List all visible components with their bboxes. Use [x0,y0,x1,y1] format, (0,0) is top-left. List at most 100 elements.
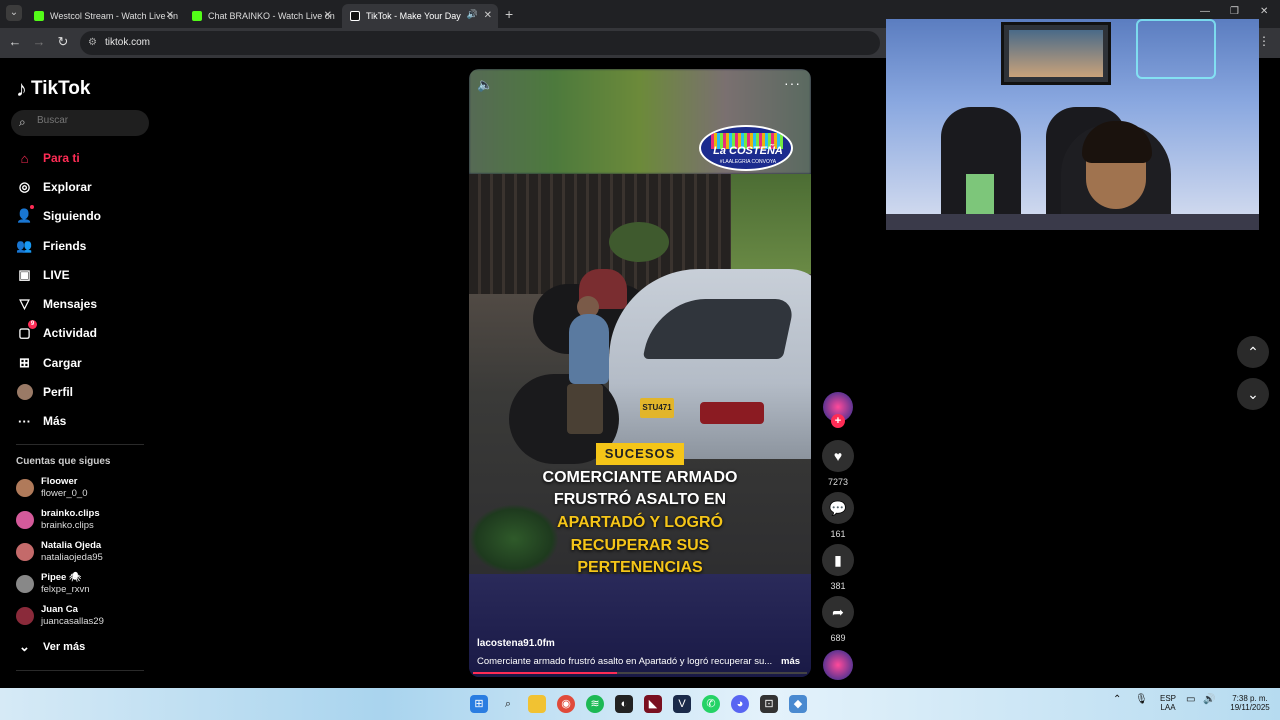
video-author[interactable]: lacostena91.0fm [477,638,555,649]
tab-search-button[interactable]: ⌄ [6,5,22,21]
nav-cargar[interactable]: ⊞ Cargar [16,352,82,374]
see-more-label: Ver más [43,641,86,653]
sound-disc-icon[interactable] [823,650,853,680]
discord-icon[interactable]: ◕ [731,695,749,713]
avatar [16,511,34,529]
following-icon: 👤 [16,208,33,223]
video-progress-bar[interactable] [473,672,807,674]
chevron-down-icon[interactable]: ⌄ [1237,378,1269,410]
tab-tiktok[interactable]: TikTok - Make Your Day 🔊 ✕ [342,4,498,28]
tab-brainko[interactable]: Chat BRAINKO - Watch Live on ✕ [184,4,338,28]
back-icon[interactable]: ← [7,34,23,49]
new-dot [30,205,34,209]
tree [731,174,811,274]
home-icon: ⌂ [20,150,29,166]
follow-plus-icon[interactable]: + [831,414,845,428]
account-name: Pipee 🕷 [41,572,82,583]
bookmark-icon[interactable]: ▮ [822,544,854,576]
tab-title: Chat BRAINKO - Watch Live on [208,11,335,21]
whatsapp-icon[interactable]: ✆ [702,695,720,713]
video-description: Comerciante armado frustró asalto en Apa… [477,656,773,667]
app-icon[interactable]: ◆ [789,695,807,713]
app-icon[interactable]: ◣ [644,695,662,713]
address-bar[interactable]: ⚙ tiktok.com [80,31,880,55]
account-name: Floower [41,476,78,487]
close-icon[interactable]: ✕ [484,10,492,21]
browser-menu-icon[interactable]: ⋮ [1258,34,1270,48]
tiktok-logo[interactable]: ♪ TikTok [16,76,90,102]
comment-icon[interactable]: 💬 [822,492,854,524]
nav-siguiendo[interactable]: 👤 Siguiendo [16,205,101,227]
bush [609,222,669,262]
nav-label: Más [43,414,67,428]
new-tab-button[interactable]: + [505,6,513,22]
reload-icon[interactable]: ↻ [55,34,71,50]
audio-icon[interactable]: 🔊 [467,9,478,20]
nav-label: Explorar [43,180,92,194]
kick-icon [34,11,44,21]
tab-westcol[interactable]: Westcol Stream - Watch Live on ✕ [26,4,180,28]
nav-mensajes[interactable]: ▽ Mensajes [16,293,98,315]
notification-badge: 9 [28,320,37,329]
search-icon[interactable]: ⌕ [499,695,517,713]
volume-icon[interactable]: 🔊 [1203,694,1215,705]
site-info-icon[interactable]: ⚙ [88,37,97,48]
nav-label: Mensajes [43,297,98,311]
more-icon: ··· [18,413,31,429]
car [609,269,811,459]
nav-mas[interactable]: ··· Más [16,410,66,432]
brand-name: TikTok [31,78,91,99]
spotify-icon[interactable]: ≋ [586,695,604,713]
nav-live[interactable]: ▣ LIVE [16,264,69,286]
avatar [16,607,34,625]
chevron-down-icon: ⌄ [19,639,30,654]
account-handle: flower_0_0 [41,488,88,499]
share-icon[interactable]: ➦ [822,596,854,628]
windows-taskbar: ⊞ ⌕ ◉ ≋ ◐ ◣ V ✆ ◕ ⊡ ◆ ⌃ 🎙 ESP LAA ▭ 🔊 7:… [0,688,1280,720]
save-count: 381 [830,581,846,591]
see-more-button[interactable]: ⌄ Ver más [16,636,85,658]
network-icon[interactable]: ▭ [1186,694,1195,705]
minimize-icon[interactable]: — [1200,6,1210,17]
nav-label: Perfil [43,385,74,399]
send-icon: ▽ [19,296,30,311]
windows-start-icon[interactable]: ⊞ [470,695,488,713]
language-indicator[interactable]: ESP LAA [1158,694,1178,712]
close-icon[interactable]: ✕ [166,10,174,21]
close-icon[interactable]: ✕ [324,10,332,21]
restore-icon[interactable]: ❐ [1230,6,1239,17]
like-icon[interactable]: ♥ [822,440,854,472]
nav-label: Actividad [43,326,98,340]
nav-para-ti[interactable]: ⌂ Para ti [16,147,80,169]
video-player[interactable]: STU471 La COSTEÑA #LAALEGRIA CONVOYA 🔈 ·… [469,69,811,677]
nav-actividad[interactable]: ▢ 9 Actividad [16,320,98,344]
snipping-icon[interactable]: ⊡ [760,695,778,713]
nav-perfil[interactable]: Perfil [16,381,73,403]
file-explorer-icon[interactable] [528,695,546,713]
vscode-icon[interactable]: V [673,695,691,713]
neon-sign [1136,19,1216,79]
chrome-icon[interactable]: ◉ [557,695,575,713]
account-handle: felxpe_rxvn [41,584,90,595]
search-box[interactable]: ⌕ [11,110,149,136]
nav-label: Cargar [43,356,82,370]
nav-explorar[interactable]: ◎ Explorar [16,176,92,198]
more-options-icon[interactable]: ··· [784,75,801,91]
microphone-icon[interactable]: 🎙 [1135,694,1148,705]
man-legs [567,384,603,434]
account-handle: nataliaojeda95 [41,552,103,563]
tray-chevron-icon[interactable]: ⌃ [1113,694,1121,705]
obs-icon[interactable]: ◐ [615,695,633,713]
search-input[interactable] [37,115,137,126]
volume-icon[interactable]: 🔈 [477,77,493,93]
webcam-overlay [886,19,1259,230]
forward-icon[interactable]: → [31,34,47,49]
see-more-link[interactable]: más [781,656,800,667]
chevron-up-icon[interactable]: ⌃ [1237,336,1269,368]
desk [886,214,1259,230]
profile-avatar [16,384,33,401]
nav-friends[interactable]: 👥 Friends [16,235,86,257]
close-window-icon[interactable]: ✕ [1260,6,1268,17]
account-handle: brainko.clips [41,520,94,531]
clock[interactable]: 7:38 p. m. 19/11/2025 [1226,694,1274,712]
